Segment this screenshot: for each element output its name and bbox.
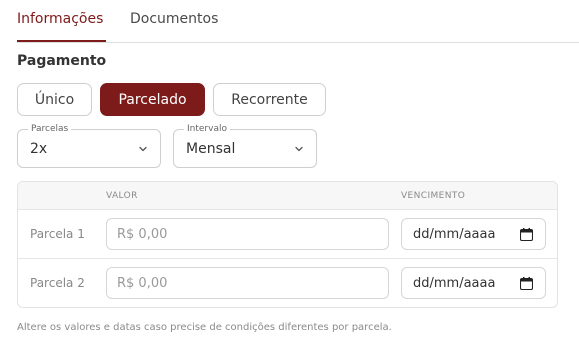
table-header: VALOR VENCIMENTO: [18, 182, 557, 210]
intervalo-select[interactable]: Intervalo Mensal: [173, 123, 317, 168]
row-label: Parcela 1: [30, 227, 85, 241]
parcelas-value: 2x: [30, 141, 48, 157]
valor-input[interactable]: [106, 218, 389, 250]
row-label: Parcela 2: [30, 276, 85, 290]
parcelas-legend: Parcelas: [28, 123, 72, 135]
vencimento-date-input[interactable]: dd/mm/aaaa: [401, 218, 546, 250]
column-header-valor: VALOR: [106, 191, 138, 201]
intervalo-value: Mensal: [186, 141, 236, 157]
active-tab-indicator: [17, 40, 106, 42]
column-header-vencimento: VENCIMENTO: [401, 191, 466, 201]
tab-bar: Informações Documentos: [17, 0, 579, 43]
calendar-icon[interactable]: [520, 228, 533, 241]
installments-table: VALOR VENCIMENTO Parcela 1 dd/mm/aaaa Pa…: [17, 181, 558, 308]
valor-input[interactable]: [106, 267, 389, 299]
calendar-icon[interactable]: [520, 277, 533, 290]
payment-recorrente-button[interactable]: Recorrente: [213, 83, 326, 116]
intervalo-legend: Intervalo: [184, 123, 230, 135]
tab-informacoes[interactable]: Informações: [17, 10, 103, 28]
table-row: Parcela 1 dd/mm/aaaa: [18, 210, 557, 259]
chevron-down-icon: [139, 146, 147, 152]
tab-documentos[interactable]: Documentos: [130, 10, 218, 28]
payment-parcelado-button[interactable]: Parcelado: [100, 83, 205, 116]
vencimento-date-input[interactable]: dd/mm/aaaa: [401, 267, 546, 299]
helper-footnote: Altere os valores e datas caso precise d…: [17, 322, 392, 333]
section-title: Pagamento: [17, 53, 107, 69]
payment-unico-button[interactable]: Único: [17, 83, 92, 116]
parcelas-select[interactable]: Parcelas 2x: [17, 123, 161, 168]
date-placeholder: dd/mm/aaaa: [413, 227, 496, 242]
date-placeholder: dd/mm/aaaa: [413, 276, 496, 291]
table-row: Parcela 2 dd/mm/aaaa: [18, 259, 557, 307]
chevron-down-icon: [295, 146, 303, 152]
